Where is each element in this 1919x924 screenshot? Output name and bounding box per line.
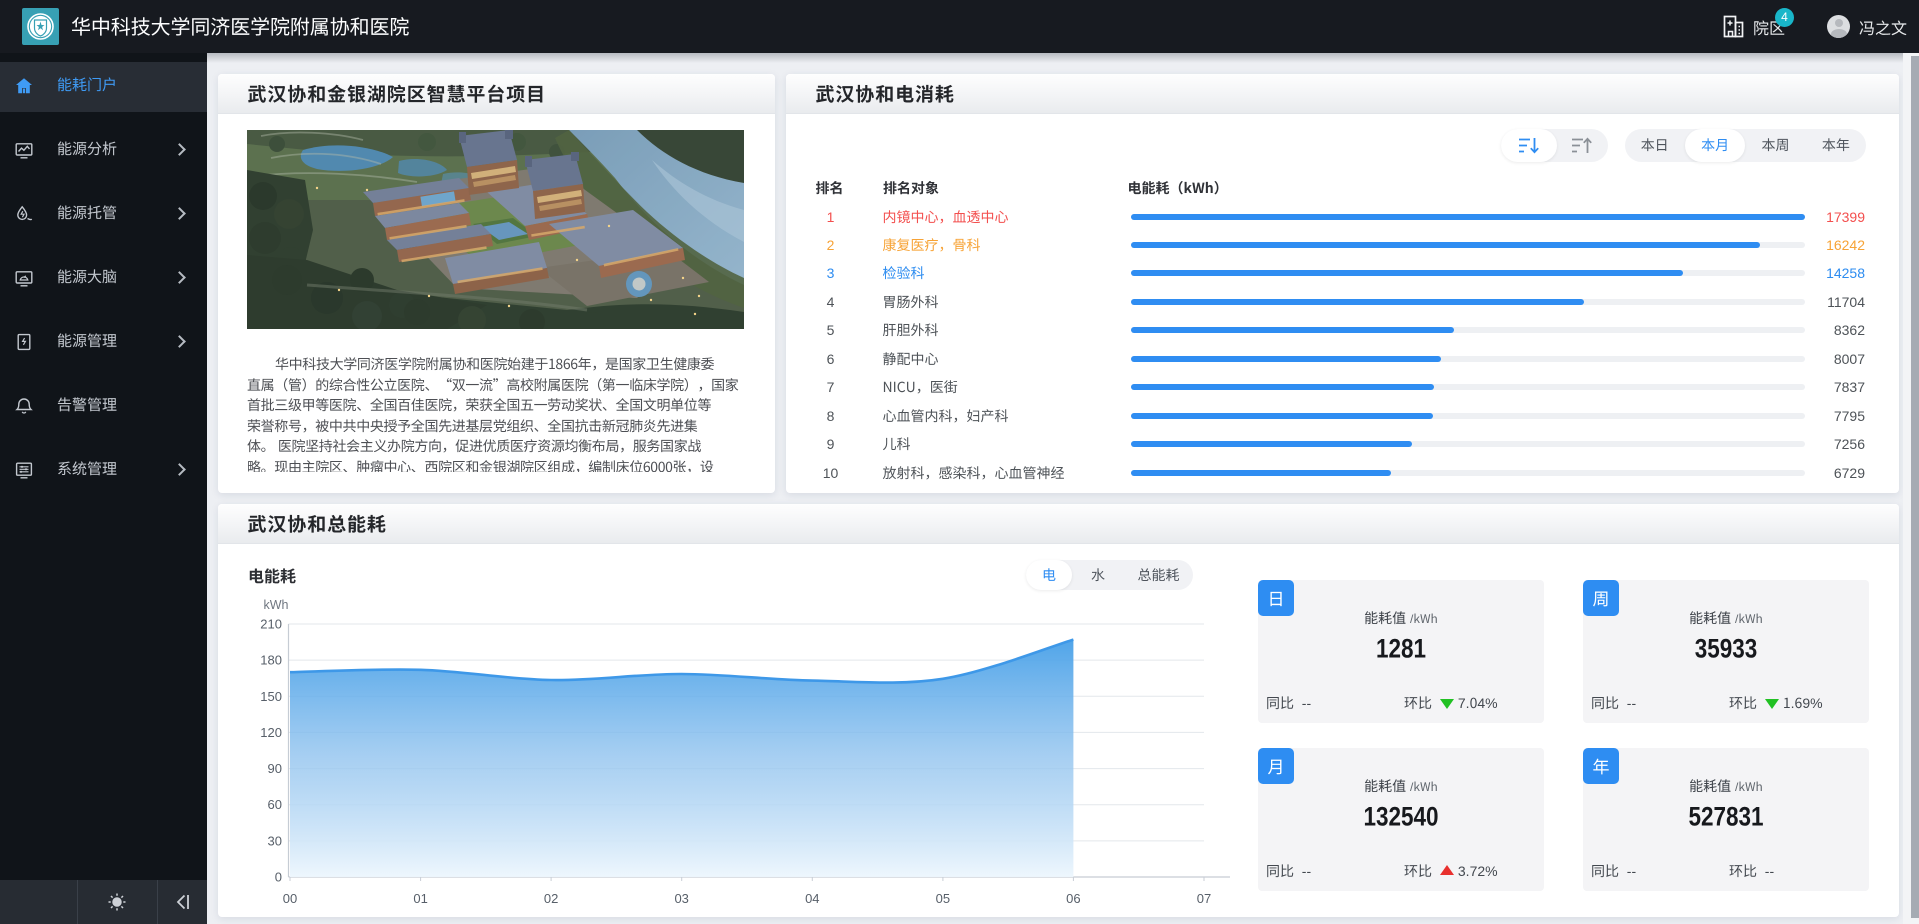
svg-text:30: 30 <box>268 833 282 848</box>
svg-text:00: 00 <box>283 891 297 906</box>
svg-text:0: 0 <box>275 870 282 885</box>
svg-text:180: 180 <box>260 653 282 668</box>
svg-text:03: 03 <box>674 891 688 906</box>
svg-text:01: 01 <box>413 891 427 906</box>
svg-text:02: 02 <box>544 891 558 906</box>
svg-text:90: 90 <box>268 761 282 776</box>
svg-text:120: 120 <box>260 725 282 740</box>
svg-text:04: 04 <box>805 891 819 906</box>
svg-text:150: 150 <box>260 689 282 704</box>
svg-text:07: 07 <box>1197 891 1211 906</box>
svg-text:60: 60 <box>268 797 282 812</box>
svg-text:05: 05 <box>936 891 950 906</box>
svg-text:06: 06 <box>1066 891 1080 906</box>
svg-text:210: 210 <box>260 617 282 632</box>
